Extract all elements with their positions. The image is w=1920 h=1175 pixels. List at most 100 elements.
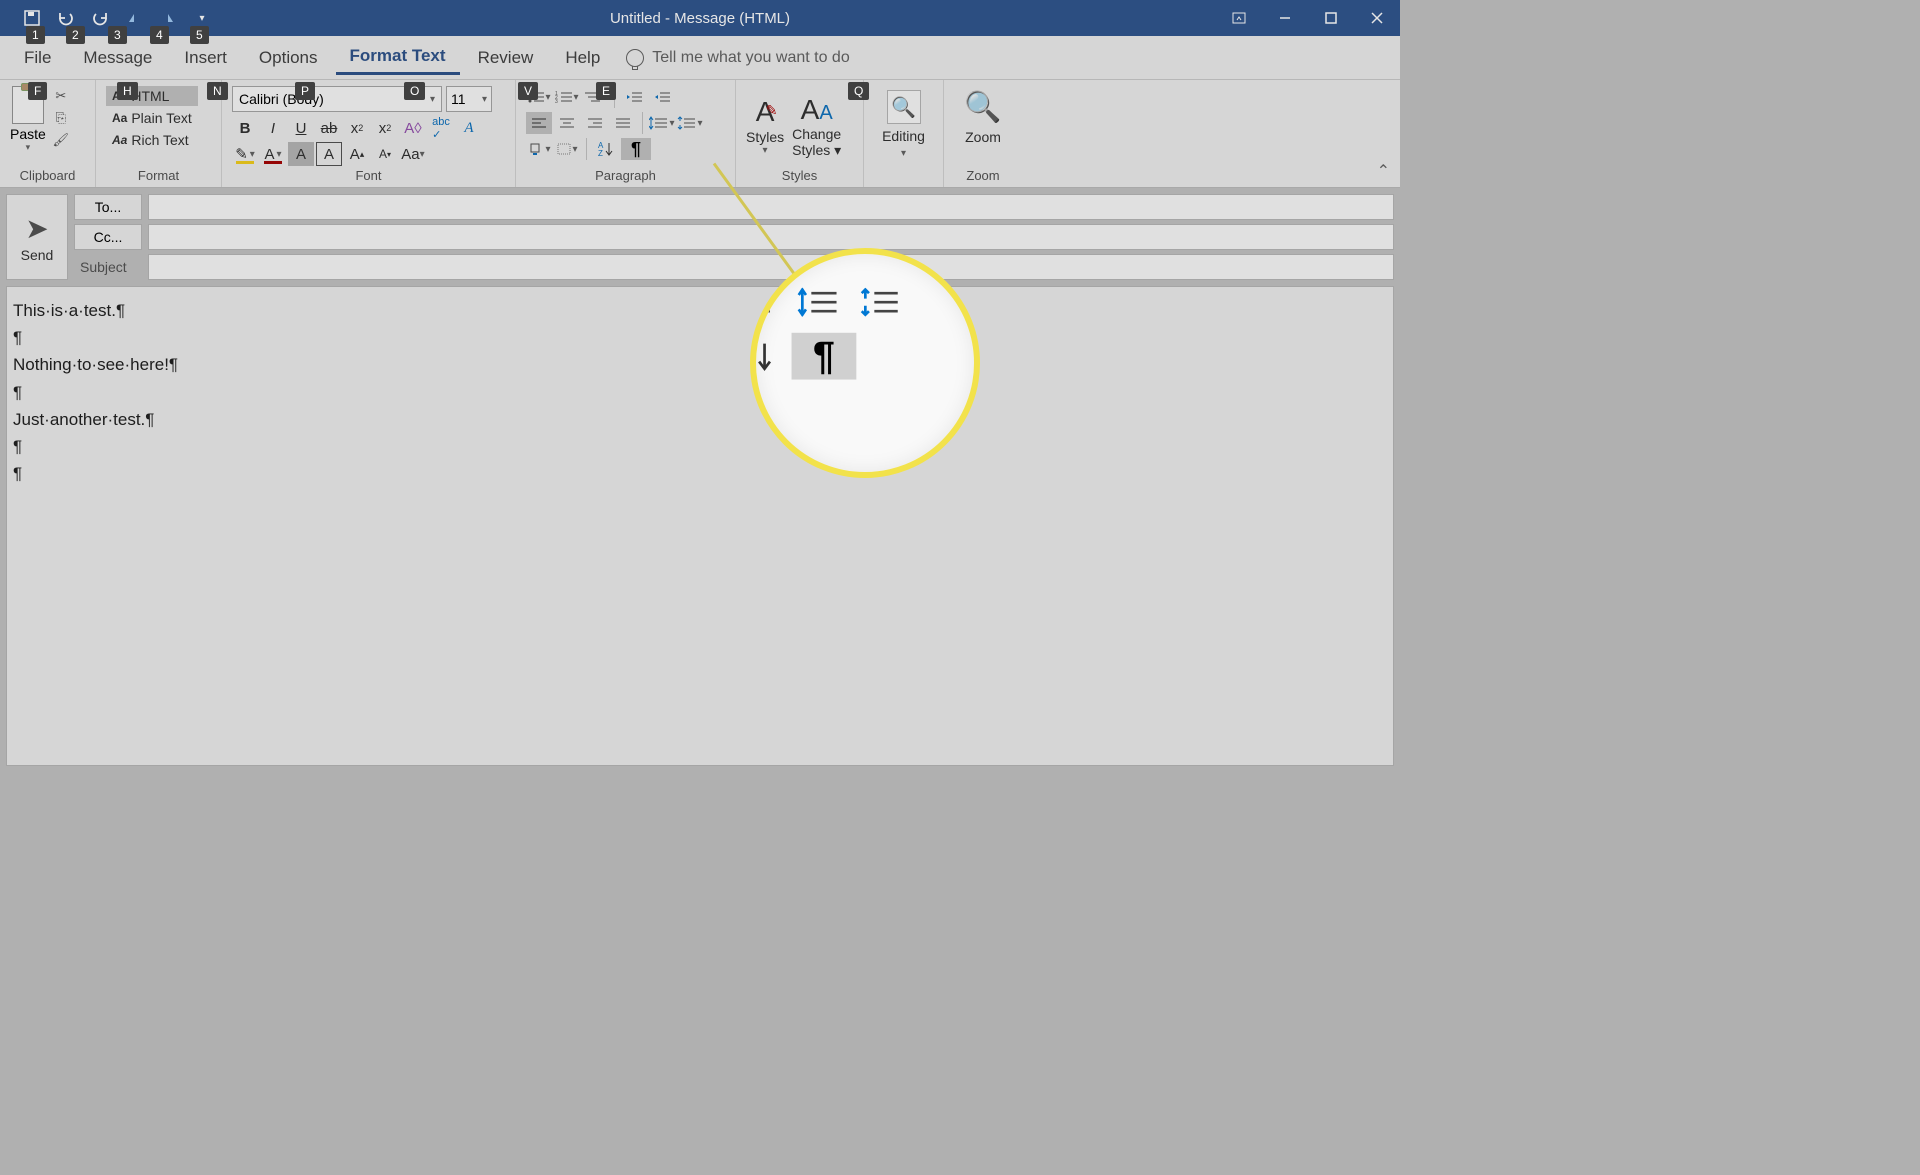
italic-button[interactable]: I bbox=[260, 116, 286, 140]
tab-review[interactable]: Review bbox=[464, 42, 548, 74]
cc-button[interactable]: Cc... bbox=[74, 224, 142, 250]
tell-me[interactable]: Tell me what you want to do bbox=[626, 49, 849, 67]
group-paragraph: ▾ 123▾ ▾ ▾ ▾ ▾ ▾ bbox=[516, 80, 736, 187]
zoom-sort-icon: AZ bbox=[750, 333, 784, 380]
group-label-styles: Styles bbox=[746, 166, 853, 185]
body-line: ¶ bbox=[13, 324, 1387, 351]
superscript-button[interactable]: x2 bbox=[372, 116, 398, 140]
group-label-format: Format bbox=[106, 166, 211, 185]
grow-font-button[interactable]: A▴ bbox=[344, 142, 370, 166]
callout-magnifier: ▾ AZ ¶ agraph bbox=[750, 248, 980, 478]
paste-label: Paste bbox=[10, 126, 46, 142]
accel-1: 1 bbox=[26, 26, 45, 44]
to-input[interactable] bbox=[148, 194, 1394, 220]
title-bar: ▾ Untitled - Message (HTML) bbox=[0, 0, 1400, 36]
spellcheck-icon[interactable]: abc✓ bbox=[428, 116, 454, 140]
compose-area: ➤ Send To... Cc... Subject This·is·a·tes… bbox=[0, 188, 1400, 772]
clear-format-button[interactable]: A◊ bbox=[400, 116, 426, 140]
tab-help[interactable]: Help bbox=[551, 42, 614, 74]
group-label-clipboard: Clipboard bbox=[10, 166, 85, 185]
font-size-combo[interactable]: 11▾ bbox=[446, 86, 492, 112]
group-label-zoom: Zoom bbox=[954, 166, 1012, 185]
accel-n: N bbox=[207, 82, 228, 100]
body-line: Nothing·to·see·here!¶ bbox=[13, 351, 1387, 378]
sort-button[interactable]: AZ bbox=[593, 138, 619, 160]
character-style-icon[interactable]: A bbox=[456, 116, 482, 140]
increase-indent-button[interactable] bbox=[649, 86, 675, 108]
format-painter-icon[interactable]: 🖌 bbox=[50, 130, 72, 150]
change-case-button[interactable]: Aa▾ bbox=[400, 142, 426, 166]
borders-button[interactable]: ▾ bbox=[554, 138, 580, 160]
group-zoom: 🔍 Zoom Zoom bbox=[944, 80, 1022, 187]
cut-icon[interactable]: ✂ bbox=[50, 86, 72, 106]
accel-2: 2 bbox=[66, 26, 85, 44]
line-spacing-button[interactable]: ▾ bbox=[649, 112, 675, 134]
copy-icon[interactable]: ⎘ bbox=[50, 108, 72, 128]
subscript-button[interactable]: x2 bbox=[344, 116, 370, 140]
find-icon: 🔍 bbox=[887, 90, 921, 124]
group-label-editing bbox=[874, 166, 933, 185]
show-hide-button[interactable]: ¶ bbox=[621, 138, 651, 160]
spacing-button[interactable]: ▾ bbox=[677, 112, 703, 134]
underline-button[interactable]: U bbox=[288, 116, 314, 140]
align-center-button[interactable] bbox=[554, 112, 580, 134]
maximize-icon[interactable] bbox=[1308, 0, 1354, 36]
body-line: ¶ bbox=[13, 460, 1387, 487]
accel-p: P bbox=[295, 82, 315, 100]
tab-message[interactable]: Message bbox=[69, 42, 166, 74]
shrink-font-button[interactable]: A▾ bbox=[372, 142, 398, 166]
zoom-button[interactable]: 🔍 Zoom bbox=[952, 86, 1013, 149]
group-format: AaAa HTMLHTML AaPlain Text AaRich Text F… bbox=[96, 80, 222, 187]
bold-button[interactable]: B bbox=[232, 116, 258, 140]
message-body[interactable]: This·is·a·test.¶ ¶ Nothing·to·see·here!¶… bbox=[6, 286, 1394, 766]
outline-a-button[interactable]: A bbox=[316, 142, 342, 166]
accel-3: 3 bbox=[108, 26, 127, 44]
window-controls bbox=[1216, 0, 1400, 36]
accel-5: 5 bbox=[190, 26, 209, 44]
group-font: Calibri (Body)▾ 11▾ B I U ab x2 x2 A◊ ab… bbox=[222, 80, 516, 187]
svg-text:3: 3 bbox=[555, 99, 558, 104]
zoom-spacing-icon bbox=[853, 279, 907, 326]
align-left-button[interactable] bbox=[526, 112, 552, 134]
align-right-button[interactable] bbox=[582, 112, 608, 134]
group-clipboard: Paste ▾ ✂ ⎘ 🖌 Clipboard bbox=[0, 80, 96, 187]
styles-button[interactable]: A✎ Styles ▾ bbox=[746, 96, 784, 156]
tab-insert[interactable]: Insert bbox=[170, 42, 241, 74]
numbering-button[interactable]: 123▾ bbox=[554, 86, 580, 108]
change-styles-button[interactable]: AA ChangeStyles ▾ bbox=[792, 94, 841, 158]
accel-4: 4 bbox=[150, 26, 169, 44]
send-icon: ➤ bbox=[25, 212, 48, 245]
tab-options[interactable]: Options bbox=[245, 42, 332, 74]
font-color-button[interactable]: A▾ bbox=[260, 142, 286, 166]
body-line: Just·another·test.¶ bbox=[13, 406, 1387, 433]
group-label-font: Font bbox=[232, 166, 505, 185]
send-button[interactable]: ➤ Send bbox=[6, 194, 68, 280]
to-button[interactable]: To... bbox=[74, 194, 142, 220]
collapse-ribbon-icon[interactable]: ⌃ bbox=[1377, 161, 1390, 181]
fill-button[interactable]: ▾ bbox=[526, 138, 552, 160]
format-plain-button[interactable]: AaPlain Text bbox=[106, 108, 198, 128]
cc-input[interactable] bbox=[148, 224, 1394, 250]
close-icon[interactable] bbox=[1354, 0, 1400, 36]
menu-bar: File Message Insert Options Format Text … bbox=[0, 36, 1400, 80]
accel-e: E bbox=[596, 82, 616, 100]
strike-button[interactable]: ab bbox=[316, 116, 342, 140]
editing-button[interactable]: 🔍 Editing ▾ bbox=[870, 86, 937, 163]
body-line: ¶ bbox=[13, 379, 1387, 406]
minimize-icon[interactable] bbox=[1262, 0, 1308, 36]
bulb-icon bbox=[626, 49, 644, 67]
decrease-indent-button[interactable] bbox=[621, 86, 647, 108]
ribbon-display-icon[interactable] bbox=[1216, 0, 1262, 36]
tell-me-label: Tell me what you want to do bbox=[652, 49, 849, 67]
shading-a-button[interactable]: A bbox=[288, 142, 314, 166]
tab-file[interactable]: File bbox=[10, 42, 65, 74]
format-rich-button[interactable]: AaRich Text bbox=[106, 130, 198, 150]
accel-o: O bbox=[404, 82, 425, 100]
zoom-icon: 🔍 bbox=[964, 90, 1001, 125]
body-line: ¶ bbox=[13, 433, 1387, 460]
body-line: This·is·a·test.¶ bbox=[13, 297, 1387, 324]
window-title: Untitled - Message (HTML) bbox=[610, 10, 790, 27]
justify-button[interactable] bbox=[610, 112, 636, 134]
highlight-button[interactable]: ✎▾ bbox=[232, 142, 258, 166]
tab-format-text[interactable]: Format Text bbox=[336, 40, 460, 75]
